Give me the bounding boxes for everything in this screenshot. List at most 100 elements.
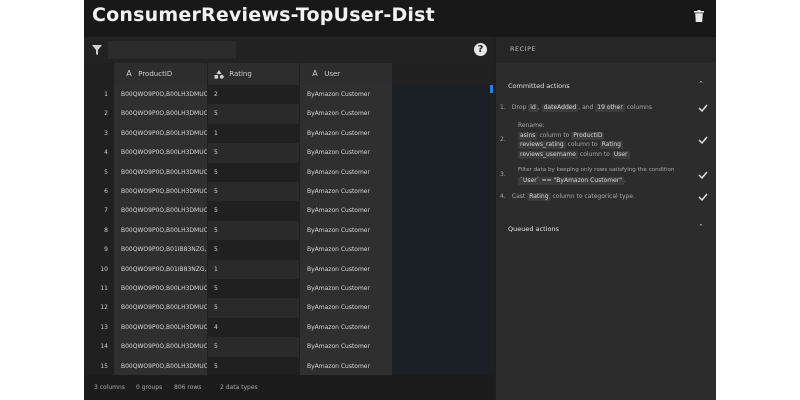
recipe-step-4: 4. Cast Rating column to categorical typ… xyxy=(500,193,635,201)
column-header-productid[interactable]: A ProductID xyxy=(114,63,207,85)
app-window: ConsumerReviews-TopUser-Dist ? A Product… xyxy=(84,0,716,400)
table-row[interactable]: 10 B00QWO9P0O,B01IB83NZG,... 1 ByAmazon Cus… xyxy=(84,259,392,279)
filter-icon[interactable] xyxy=(92,45,102,55)
cell-rating[interactable]: 5 xyxy=(208,357,299,375)
cell-productid[interactable]: B00QWO9P0O,B00LH3DMUO xyxy=(114,337,207,357)
table-row[interactable]: 5 B00QWO9P0O,B00LH3DMUO 5 ByAmazon Customer xyxy=(84,162,392,182)
tab-recipe[interactable]: RECIPE xyxy=(496,37,716,63)
cell-user[interactable]: ByAmazon Customer xyxy=(300,123,392,144)
status-bar: 3 columns 0 groups 806 rows 2 data types xyxy=(84,375,493,400)
row-number: 14 xyxy=(100,343,108,351)
cell-productid[interactable]: B00QWO9P0O,B00LH3DMUO xyxy=(114,220,207,241)
row-number: 9 xyxy=(104,246,108,254)
cell-productid[interactable]: B00QWO9P0O,B00LH3DMUO xyxy=(114,123,207,144)
filter-input[interactable] xyxy=(108,41,236,59)
cell-user[interactable]: ByAmazon Customer xyxy=(300,220,392,241)
cell-rating[interactable]: 5 xyxy=(208,182,299,202)
table-row[interactable]: 6 B00QWO9P0O,B00LH3DMUO 5 ByAmazon Customer xyxy=(84,182,392,202)
row-number: 13 xyxy=(100,323,108,331)
check-icon xyxy=(698,136,708,144)
chevron-up-icon[interactable]: ⌃ xyxy=(698,223,704,231)
table-row[interactable]: 3 B00QWO9P0O,B00LH3DMUO 1 ByAmazon Customer xyxy=(84,123,392,144)
cell-productid[interactable]: B00QWO9P0O,B00LH3DMUO xyxy=(114,356,207,375)
column-header-label: Rating xyxy=(229,70,252,78)
chevron-up-icon[interactable]: ⌃ xyxy=(698,80,704,88)
cell-productid[interactable]: B00QWO9P0O,B00LH3DMUO xyxy=(114,317,207,338)
cell-user[interactable]: ByAmazon Customer xyxy=(300,298,392,318)
cell-user[interactable]: ByAmazon Customer xyxy=(300,85,392,105)
row-number: 1 xyxy=(104,91,108,98)
table-row[interactable]: 13 B00QWO9P0O,B00LH3DMUO 4 ByAmazon Custome… xyxy=(84,317,392,338)
cell-rating[interactable]: 1 xyxy=(208,124,299,143)
cell-user[interactable]: ByAmazon Customer xyxy=(300,162,392,182)
cell-user[interactable]: ByAmazon Customer xyxy=(300,356,392,375)
cell-rating[interactable]: 5 xyxy=(208,240,299,259)
status-rows: 806 rows xyxy=(174,384,202,391)
table-row[interactable]: 2 B00QWO9P0O,B00LH3DMUO 5 ByAmazon Customer xyxy=(84,104,392,124)
column-chip: asins xyxy=(518,131,538,140)
cell-productid[interactable]: B00QWO9P0O,B01IB83NZG,... xyxy=(114,240,207,260)
table-row[interactable]: 8 B00QWO9P0O,B00LH3DMUO 5 ByAmazon Customer xyxy=(84,220,392,241)
cell-productid[interactable]: B00QWO9P0O,B00LH3DMUO xyxy=(114,143,207,163)
table-row[interactable]: 4 B00QWO9P0O,B00LH3DMUO 5 ByAmazon Customer xyxy=(84,143,392,163)
column-chip: ProductID xyxy=(571,131,605,140)
row-number: 8 xyxy=(104,226,108,234)
cell-productid[interactable]: B00QWO9P0O,B00LH3DMUO xyxy=(114,279,207,299)
recipe-panel: RECIPE Committed actions ⌃ 1. Drop id, d… xyxy=(496,37,716,400)
column-chip: Rating xyxy=(527,193,551,201)
table-row[interactable]: 9 B00QWO9P0O,B01IB83NZG,... 5 ByAmazon Cust… xyxy=(84,240,392,260)
queued-actions-header[interactable]: Queued actions xyxy=(508,225,559,233)
cell-productid[interactable]: B00QWO9P0O,B00LH3DMUO xyxy=(114,201,207,221)
cell-user[interactable]: ByAmazon Customer xyxy=(300,104,392,124)
column-header-label: User xyxy=(324,70,341,78)
column-chip: User xyxy=(611,150,630,159)
table-row[interactable]: 15 B00QWO9P0O,B00LH3DMUO 5 ByAmazon Custome… xyxy=(84,356,392,375)
table-row[interactable]: 12 B00QWO9P0O,B00LH3DMUO 5 ByAmazon Custome… xyxy=(84,298,392,318)
row-number: 7 xyxy=(104,207,108,215)
cell-user[interactable]: ByAmazon Customer xyxy=(300,317,392,338)
committed-actions-header[interactable]: Committed actions xyxy=(508,82,570,90)
cell-user[interactable]: ByAmazon Customer xyxy=(300,337,392,357)
cell-rating[interactable]: 5 xyxy=(208,337,299,357)
cell-rating[interactable]: 5 xyxy=(208,143,299,163)
column-header-user[interactable]: A User xyxy=(300,63,392,85)
scrollbar-thumb[interactable] xyxy=(490,85,493,93)
table-row[interactable]: 1 B00QWO9P0O,B00LH3DMUO 2 ByAmazon Customer xyxy=(84,85,392,105)
cell-rating[interactable]: 1 xyxy=(208,259,299,279)
check-icon xyxy=(698,104,708,112)
cell-productid[interactable]: B00QWO9P0O,B00LH3DMUO xyxy=(114,182,207,202)
status-columns: 3 columns xyxy=(94,384,125,391)
column-chip: reviews_username xyxy=(518,150,578,159)
column-header-rating[interactable]: Rating xyxy=(208,63,299,85)
table-row[interactable]: 7 B00QWO9P0O,B00LH3DMUO 5 ByAmazon Customer xyxy=(84,201,392,221)
row-number: 2 xyxy=(104,110,108,118)
tab-recipe-label: RECIPE xyxy=(510,45,537,53)
cell-rating[interactable]: 5 xyxy=(208,279,299,298)
cell-productid[interactable]: B00QWO9P0O,B00LH3DMUO xyxy=(114,298,207,318)
table-row[interactable]: 14 B00QWO9P0O,B00LH3DMUO 5 ByAmazon Custome… xyxy=(84,337,392,357)
cell-user[interactable]: ByAmazon Customer xyxy=(300,201,392,221)
cell-rating[interactable]: 5 xyxy=(208,201,299,220)
title-bar: ConsumerReviews-TopUser-Dist xyxy=(84,0,716,37)
help-icon[interactable]: ? xyxy=(474,43,487,56)
cell-user[interactable]: ByAmazon Customer xyxy=(300,279,392,299)
cell-rating[interactable]: 5 xyxy=(208,220,299,241)
cell-rating[interactable]: 5 xyxy=(208,163,299,182)
filter-bar: ? xyxy=(84,37,493,63)
cell-productid[interactable]: B00QWO9P0O,B00LH3DMUO xyxy=(114,162,207,182)
cell-productid[interactable]: B00QWO9P0O,B01IB83NZG,... xyxy=(114,259,207,279)
row-number: 5 xyxy=(104,168,108,176)
cell-rating[interactable]: 2 xyxy=(208,85,299,104)
cell-user[interactable]: ByAmazon Customer xyxy=(300,240,392,260)
cell-rating[interactable]: 5 xyxy=(208,104,299,124)
trash-icon[interactable] xyxy=(694,10,704,22)
status-types: 2 data types xyxy=(220,384,258,391)
cell-rating[interactable]: 5 xyxy=(208,298,299,318)
cell-productid[interactable]: B00QWO9P0O,B00LH3DMUO xyxy=(114,85,207,105)
cell-user[interactable]: ByAmazon Customer xyxy=(300,143,392,163)
cell-productid[interactable]: B00QWO9P0O,B00LH3DMUO xyxy=(114,104,207,124)
cell-user[interactable]: ByAmazon Customer xyxy=(300,259,392,279)
table-row[interactable]: 11 B00QWO9P0O,B00LH3DMUO 5 ByAmazon Custome… xyxy=(84,279,392,299)
cell-rating[interactable]: 4 xyxy=(208,318,299,337)
cell-user[interactable]: ByAmazon Customer xyxy=(300,182,392,202)
